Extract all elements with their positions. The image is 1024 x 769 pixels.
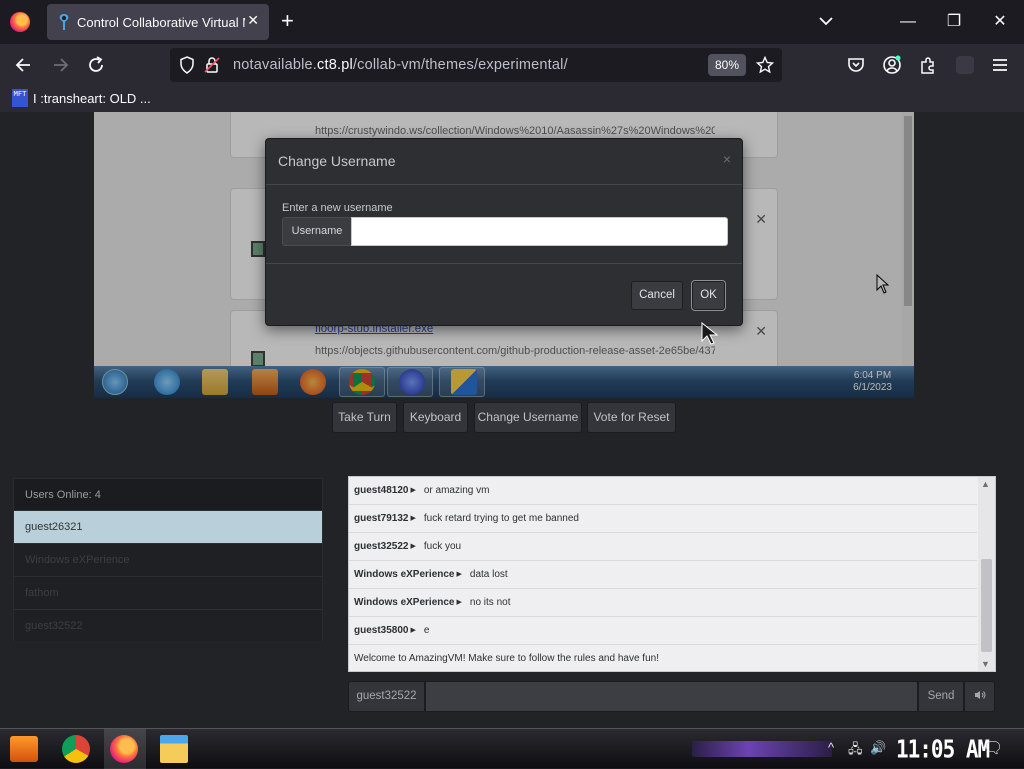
menu-icon[interactable] bbox=[990, 55, 1010, 75]
forward-icon[interactable] bbox=[50, 55, 70, 75]
active-tab[interactable]: Control Collaborative Virtual Machine ✕ bbox=[47, 4, 269, 40]
tray-chevron-icon[interactable]: ^ bbox=[828, 740, 834, 755]
bookmark-star-icon[interactable] bbox=[756, 56, 774, 74]
chat-scrollbar[interactable]: ▲ ▼ bbox=[978, 477, 995, 671]
username-addon-label: Username bbox=[282, 217, 351, 246]
firefox-logo-icon[interactable] bbox=[10, 12, 30, 32]
account-icon[interactable] bbox=[882, 55, 902, 75]
dialog-footer: Cancel OK bbox=[266, 263, 742, 327]
pocket-icon[interactable] bbox=[846, 55, 866, 75]
chat-message: guest35800 ▶ e bbox=[349, 617, 977, 645]
chat-message: guest32522 ▶ fuck you bbox=[349, 533, 977, 561]
volume-icon[interactable]: 🔊 bbox=[870, 740, 886, 756]
user-list-item[interactable]: Windows eXPerience bbox=[14, 543, 322, 576]
ok-button[interactable]: OK bbox=[692, 281, 725, 310]
chat-message: guest79132 ▶ fuck retard trying to get me … bbox=[349, 505, 977, 533]
chrome-icon[interactable] bbox=[62, 735, 90, 763]
host-clock[interactable]: 11:05 AM bbox=[896, 735, 990, 764]
shield-icon[interactable] bbox=[179, 56, 195, 74]
url-text[interactable]: notavailable.ct8.pl/collab-vm/themes/exp… bbox=[233, 57, 568, 73]
username-prompt: Enter a new username bbox=[282, 202, 393, 214]
host-taskbar: ^ 🖧 🔊 11:05 AM 🗨 bbox=[0, 728, 1024, 769]
bookmark-item[interactable]: I :transheart: OLD ... bbox=[33, 91, 151, 106]
scroll-up-icon[interactable]: ▲ bbox=[981, 479, 990, 489]
cancel-button[interactable]: Cancel bbox=[631, 281, 683, 310]
speaker-icon[interactable] bbox=[964, 681, 995, 712]
taskbar-decoration bbox=[692, 741, 832, 757]
username-input[interactable] bbox=[351, 217, 728, 246]
keyboard-button[interactable]: Keyboard bbox=[403, 402, 468, 433]
chat-input[interactable] bbox=[425, 681, 918, 712]
extensions-icon[interactable] bbox=[918, 55, 938, 75]
host-start-icon[interactable] bbox=[10, 736, 38, 762]
back-icon[interactable] bbox=[14, 55, 34, 75]
user-list-item[interactable]: fathom bbox=[14, 576, 322, 609]
chat-message: Windows eXPerience ▶ data lost bbox=[349, 561, 977, 589]
tab-title: Control Collaborative Virtual Machine bbox=[77, 15, 245, 30]
change-username-button[interactable]: Change Username bbox=[474, 402, 582, 433]
minimize-icon[interactable]: — bbox=[888, 8, 928, 36]
users-online-count: Users Online: 4 bbox=[25, 489, 101, 501]
url-bar[interactable]: notavailable.ct8.pl/collab-vm/themes/exp… bbox=[170, 48, 782, 82]
users-online-panel: Users Online: 4 guest26321 Windows eXPer… bbox=[13, 478, 323, 641]
bookmarks-toolbar: MFT I :transheart: OLD ... bbox=[0, 86, 1024, 112]
collabvm-page: https://crustywindo.ws/collection/Window… bbox=[0, 112, 1024, 728]
host-firefox-icon[interactable] bbox=[110, 735, 138, 763]
vote-reset-button[interactable]: Vote for Reset bbox=[587, 402, 676, 433]
reload-icon[interactable] bbox=[86, 55, 106, 75]
chat-username-label: guest32522 bbox=[348, 681, 425, 712]
dialog-close-icon[interactable]: × bbox=[723, 151, 731, 167]
mouse-cursor-icon bbox=[701, 322, 719, 345]
network-icon[interactable]: 🖧 bbox=[848, 740, 863, 762]
chat-log[interactable]: guest48120 ▶ or amazing vm guest79132 ▶ fuck… bbox=[348, 476, 996, 672]
collabvm-favicon-icon bbox=[59, 14, 69, 30]
restore-icon[interactable]: ❐ bbox=[934, 8, 974, 36]
extension-slot-icon[interactable] bbox=[956, 56, 974, 74]
navigation-toolbar: notavailable.ct8.pl/collab-vm/themes/exp… bbox=[0, 44, 1024, 86]
change-username-dialog: Change Username × Enter a new username U… bbox=[265, 138, 743, 326]
chat-message: guest48120 ▶ or amazing vm bbox=[349, 477, 977, 505]
tab-strip: Control Collaborative Virtual Machine ✕ … bbox=[0, 0, 1024, 44]
new-tab-icon[interactable]: + bbox=[281, 10, 294, 32]
insecure-lock-icon[interactable] bbox=[204, 56, 220, 74]
chat-welcome-message: Welcome to AmazingVM! Make sure to follo… bbox=[354, 653, 659, 664]
window-close-icon[interactable]: ✕ bbox=[980, 8, 1020, 36]
notifications-icon[interactable]: 🗨 bbox=[983, 738, 1003, 758]
file-explorer-icon[interactable] bbox=[160, 735, 188, 763]
tab-list-chevron-icon[interactable] bbox=[818, 13, 834, 29]
tab-close-icon[interactable]: ✕ bbox=[247, 12, 259, 29]
dialog-header: Change Username × bbox=[266, 139, 742, 185]
scroll-down-icon[interactable]: ▼ bbox=[981, 659, 990, 669]
zoom-indicator[interactable]: 80% bbox=[708, 54, 746, 76]
send-button[interactable]: Send bbox=[918, 681, 964, 712]
dialog-title: Change Username bbox=[278, 153, 396, 169]
chat-scroll-thumb[interactable] bbox=[981, 559, 992, 652]
bookmark-favicon-icon: MFT bbox=[12, 89, 28, 107]
chat-message: Windows eXPerience ▶ no its not bbox=[349, 589, 977, 617]
user-list-item[interactable]: guest32522 bbox=[14, 609, 322, 641]
take-turn-button[interactable]: Take Turn bbox=[332, 402, 397, 433]
user-list-item[interactable]: guest26321 bbox=[14, 510, 322, 543]
